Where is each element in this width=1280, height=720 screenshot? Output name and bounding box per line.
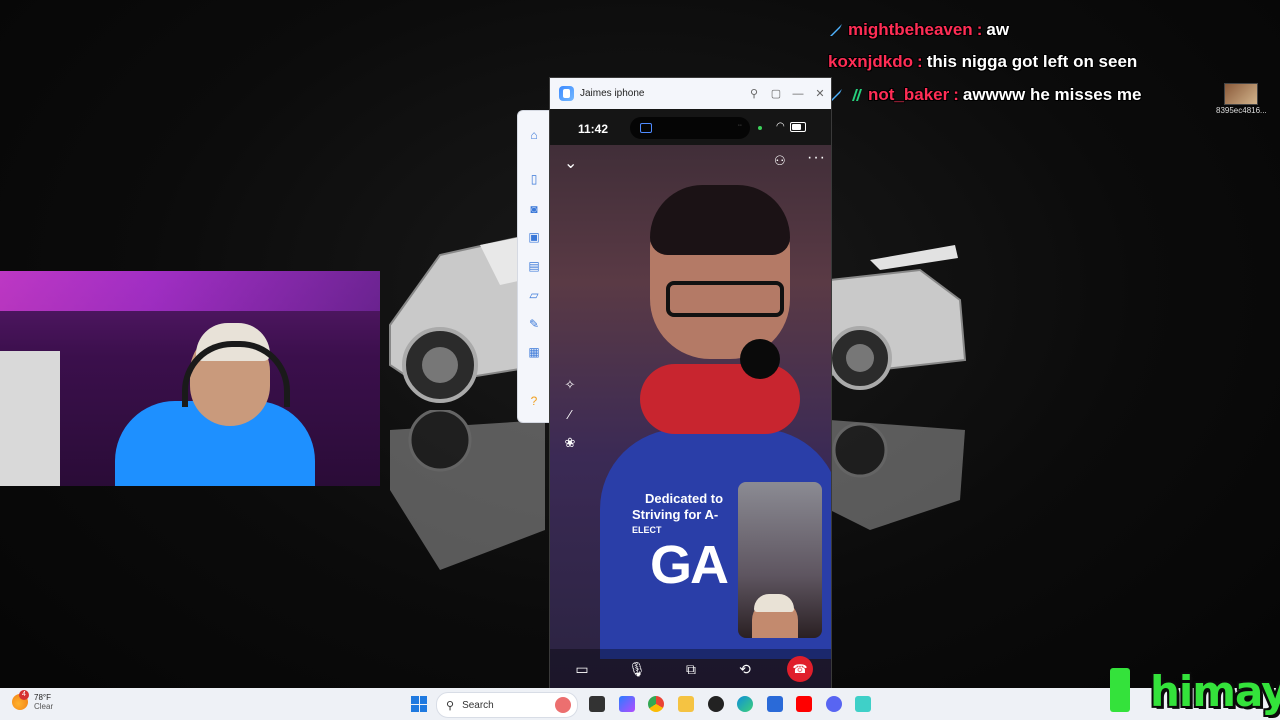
screen-share-icon[interactable]: ⧉ — [681, 659, 701, 679]
help-icon[interactable]: ? — [526, 393, 542, 409]
youtube-icon[interactable] — [796, 696, 812, 712]
chevron-down-icon[interactable]: ⌄ — [564, 153, 577, 173]
shirt-text: Striving for A- — [632, 507, 719, 522]
logo-bar — [1110, 668, 1130, 712]
weather-widget[interactable]: 4 78°F Clear — [12, 690, 54, 711]
chat-text: this nigga got left on seen — [926, 52, 1138, 71]
chat-text: aw — [986, 20, 1010, 39]
shirt-text: GA — [650, 535, 729, 595]
start-button[interactable] — [411, 696, 427, 712]
car-image-right — [830, 245, 967, 390]
thumbnail-image[interactable] — [1224, 83, 1258, 105]
window-title: Jaimes iphone — [580, 88, 645, 99]
search-label: Search — [462, 699, 494, 711]
restore-icon[interactable]: ▢ — [765, 78, 787, 109]
streamer-logo: himay — [1150, 667, 1280, 716]
weather-condition: Clear — [34, 702, 54, 711]
edge-icon[interactable] — [737, 696, 753, 712]
filters-icon[interactable]: ❀ — [562, 435, 578, 451]
phone-mirror-window: Jaimes iphone ⚲ ▢ — ✕ 11:42 ◦◦ ◠ ⌄ ⚇ ··· — [549, 77, 832, 690]
weather-temp: 78°F — [34, 693, 51, 702]
discord-icon[interactable] — [826, 696, 842, 712]
more-icon[interactable]: ··· — [807, 149, 826, 167]
window-titlebar[interactable]: Jaimes iphone ⚲ ▢ — ✕ — [550, 78, 831, 109]
search-highlight-icon — [555, 697, 571, 713]
camera-icon[interactable]: ◙ — [526, 201, 542, 217]
webcam-feed — [0, 271, 380, 486]
copilot-icon[interactable] — [619, 696, 635, 712]
taskbar-search[interactable]: ⚲ Search — [436, 692, 578, 718]
windows-taskbar: 4 78°F Clear ⚲ Search — [0, 688, 1280, 720]
camera-active-indicator — [758, 126, 762, 130]
record-icon[interactable]: ▣ — [526, 229, 542, 245]
end-call-button[interactable]: ☎ — [787, 656, 813, 682]
file-explorer-icon[interactable] — [678, 696, 694, 712]
people-icon[interactable]: ⚇ — [774, 153, 786, 169]
sword-badge-icon — [828, 22, 844, 38]
home-icon[interactable]: ⌂ — [526, 127, 542, 143]
minimize-icon[interactable]: — — [787, 78, 809, 109]
store-icon[interactable] — [767, 696, 783, 712]
close-icon[interactable]: ✕ — [809, 78, 831, 109]
chat-message: mightbeheaven: aw — [828, 20, 1009, 40]
thumbnail-caption: 8395ec4816... — [1216, 106, 1267, 115]
self-view-pip[interactable] — [738, 482, 822, 638]
chat-message: not_baker: awwww he misses me — [828, 85, 1142, 105]
car-reflection-left — [390, 410, 545, 570]
audio-indicator-icon: ◦◦ — [737, 123, 742, 129]
flip-camera-icon[interactable]: ⟲ — [735, 659, 755, 679]
notification-badge: 4 — [19, 690, 29, 700]
task-view-icon[interactable] — [589, 696, 605, 712]
phone-screen[interactable]: 11:42 ◦◦ ◠ ⌄ ⚇ ··· Dedicated to Striving… — [550, 109, 831, 689]
screen-record-icon — [640, 123, 652, 133]
gift-badge-icon — [848, 87, 864, 103]
apps-icon[interactable]: ▦ — [526, 344, 542, 360]
call-header: ⌄ ⚇ ··· — [550, 145, 831, 179]
chrome-icon[interactable] — [648, 696, 664, 712]
car-reflection-right — [830, 420, 965, 530]
pin-icon[interactable]: ⚲ — [743, 78, 765, 109]
mouse-icon[interactable]: ▯ — [526, 171, 542, 187]
phone-link-icon[interactable] — [855, 696, 871, 712]
app-icon[interactable] — [708, 696, 724, 712]
video-icon[interactable]: ▭ — [572, 659, 592, 679]
edit-icon[interactable]: ✎ — [526, 316, 542, 332]
sparkle-icon[interactable]: ✧ — [562, 377, 578, 393]
chat-username[interactable]: koxnjdkdo — [828, 52, 913, 72]
phone-side-toolbar: ⌂ ▯ ◙ ▣ ▤ ▱ ✎ ▦ ? — [517, 110, 550, 423]
chat-username[interactable]: not_baker — [868, 85, 949, 105]
call-controls: ▭ 🎙 ⧉ ⟲ ☎ — [550, 649, 831, 689]
status-time: 11:42 — [578, 122, 609, 136]
chat-text: awwww he misses me — [962, 85, 1142, 104]
chat-message: koxnjdkdo: this nigga got left on seen — [828, 52, 1138, 72]
magic-wand-icon[interactable]: ⁄ — [562, 406, 578, 422]
battery-icon — [790, 122, 806, 132]
screenshot-icon[interactable]: ▤ — [526, 258, 542, 274]
dynamic-island: ◦◦ — [630, 117, 750, 139]
end-call-icon: ☎ — [792, 662, 808, 676]
chat-username[interactable]: mightbeheaven — [848, 20, 973, 40]
phone-app-icon — [559, 86, 574, 101]
file-icon[interactable]: ▱ — [526, 287, 542, 303]
shirt-text: Dedicated to — [645, 491, 724, 506]
search-icon: ⚲ — [446, 699, 455, 712]
status-bar: 11:42 ◦◦ ◠ — [550, 109, 831, 145]
mic-icon[interactable]: 🎙 — [627, 659, 647, 679]
weather-sun-icon: 4 — [12, 690, 29, 710]
wifi-icon: ◠ — [776, 121, 785, 132]
